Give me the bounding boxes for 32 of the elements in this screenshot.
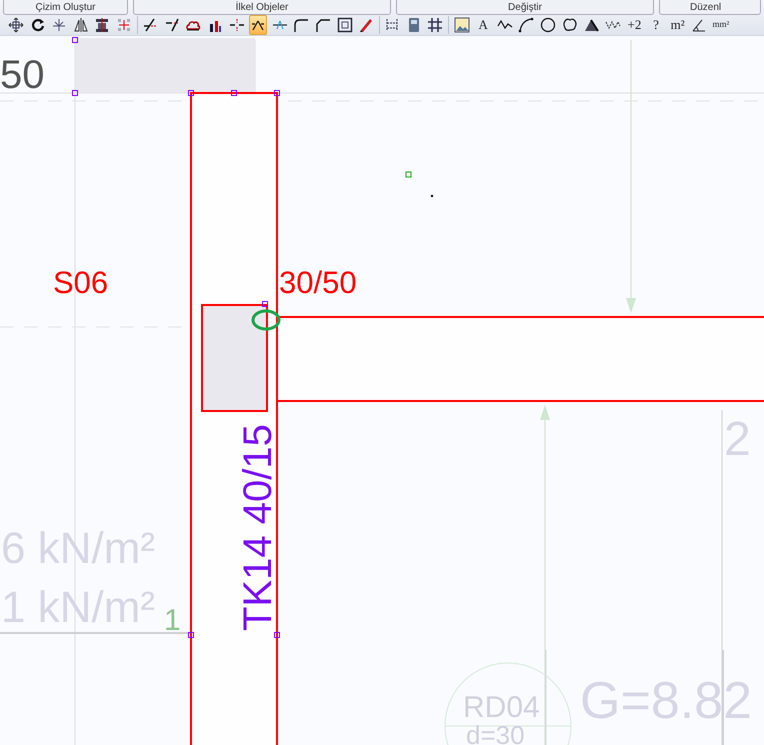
ribbon-group-tab[interactable]: Düzenl — [659, 0, 761, 15]
move-icon[interactable] — [7, 15, 25, 35]
toolbar-button[interactable]: m² — [668, 15, 687, 35]
grip-handle — [72, 37, 78, 43]
grip-handle — [72, 90, 78, 96]
toolbar-button[interactable]: ? — [647, 15, 665, 35]
grip-handle — [274, 90, 280, 96]
grip-handle — [274, 632, 280, 638]
point-marker — [430, 194, 434, 198]
column-label: S06 — [53, 265, 108, 300]
grip-handle — [406, 172, 412, 178]
wall-label: TK14 40/15 — [236, 424, 280, 631]
ribbon-group-tab[interactable]: Çizim Oluştur — [3, 0, 128, 15]
dimension-label: 50 — [0, 53, 44, 97]
frame-icon[interactable] — [336, 15, 354, 35]
arc-icon[interactable] — [517, 15, 536, 35]
toolbar-button[interactable]: A — [474, 15, 492, 35]
toolbar-button[interactable]: +2 — [625, 15, 644, 35]
toolbar-button[interactable]: mm² — [712, 15, 730, 35]
ribbon-group-tab[interactable]: İlkel Objeler — [133, 0, 391, 15]
grip-handle — [262, 301, 268, 307]
snap-marker — [252, 310, 280, 330]
grid-icon[interactable] — [426, 15, 444, 35]
circle-icon[interactable] — [539, 15, 558, 35]
grip-handle — [188, 632, 194, 638]
image-icon[interactable] — [452, 15, 471, 35]
ribbon-group-tab[interactable]: Değiştir — [396, 0, 654, 15]
beam-label: 30/50 — [279, 265, 357, 300]
grip-handle — [188, 90, 194, 96]
axis-label: 1 — [164, 604, 181, 637]
grip-handle — [231, 90, 237, 96]
mirror-icon[interactable] — [72, 15, 90, 35]
